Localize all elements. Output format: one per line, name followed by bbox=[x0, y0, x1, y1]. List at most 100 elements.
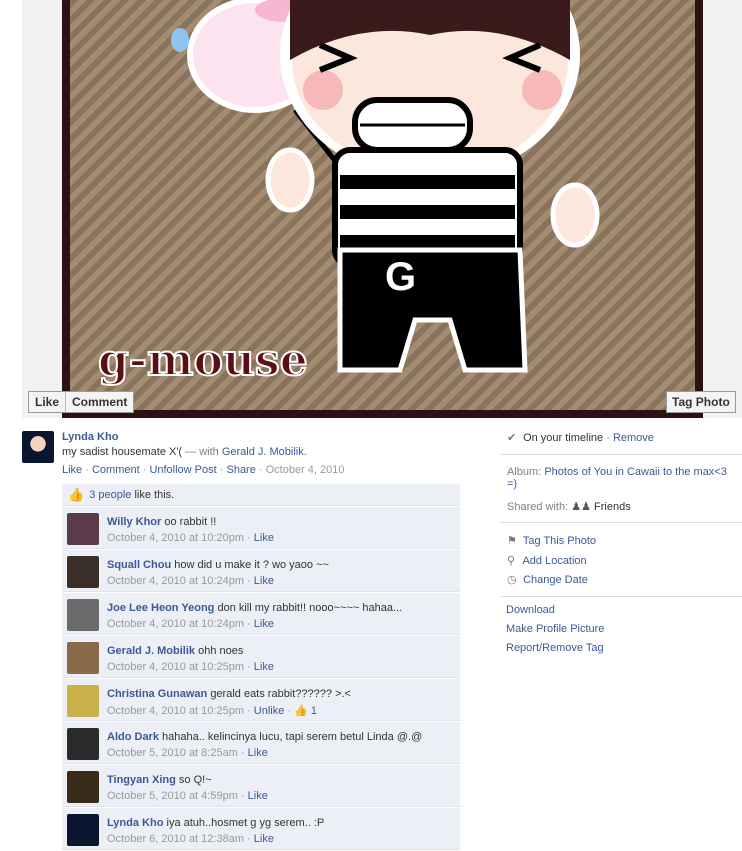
add-location-row[interactable]: ⚲ Add Location bbox=[507, 554, 587, 567]
comment-time[interactable]: October 4, 2010 at 10:25pm bbox=[107, 705, 244, 717]
checkmark-icon: ✔ bbox=[507, 432, 517, 444]
tagged-friend-link[interactable]: Gerald J. Mobilik. bbox=[222, 446, 307, 458]
comment: Lynda Kho iya atuh..hosmet g yg serem.. … bbox=[62, 808, 460, 850]
comment-like-link[interactable]: Like bbox=[254, 575, 274, 587]
comments-list: Willy Khor oo rabbit !! October 4, 2010 a… bbox=[62, 507, 460, 851]
comment-time[interactable]: October 4, 2010 at 10:20pm bbox=[107, 532, 244, 544]
comment-text: hahaha.. kelincinya lucu, tapi serem bet… bbox=[162, 731, 423, 743]
author-avatar[interactable] bbox=[22, 431, 54, 463]
comment-time[interactable]: October 4, 2010 at 10:25pm bbox=[107, 661, 244, 673]
like-comment-buttons: Like Comment bbox=[28, 391, 135, 413]
left-hand bbox=[265, 147, 315, 213]
commenter-name[interactable]: Aldo Dark bbox=[107, 731, 159, 743]
comment: Gerald J. Mobilik ohh noes October 4, 201… bbox=[62, 636, 460, 678]
commenter-avatar[interactable] bbox=[67, 771, 99, 803]
comment-like-link[interactable]: Unlike bbox=[254, 705, 285, 717]
photo[interactable]: G g-mouse bbox=[62, 0, 703, 418]
comment-like-count[interactable]: 1 bbox=[311, 705, 317, 717]
comment-body: Willy Khor oo rabbit !! bbox=[107, 516, 216, 528]
comment-like-link[interactable]: Like bbox=[254, 532, 274, 544]
shared-value[interactable]: Friends bbox=[594, 501, 631, 513]
comment-time[interactable]: October 4, 2010 at 10:24pm bbox=[107, 618, 244, 630]
pants bbox=[337, 247, 528, 373]
comment-body: Joe Lee Heon Yeong don kill my rabbit!! … bbox=[107, 602, 402, 614]
comment-like-link[interactable]: Like bbox=[248, 790, 268, 802]
comment-meta: October 4, 2010 at 10:20pm · Like bbox=[107, 532, 274, 544]
photo-comment-button[interactable]: Comment bbox=[65, 392, 133, 412]
comment-body: Tingyan Xing so Q!~ bbox=[107, 774, 212, 786]
comment-like-count-icon: 👍 bbox=[294, 705, 308, 717]
comment-body: Squall Chou how did u make it ? wo yaoo … bbox=[107, 559, 329, 571]
comment-time[interactable]: October 4, 2010 at 10:24pm bbox=[107, 575, 244, 587]
commenter-name[interactable]: Christina Gunawan bbox=[107, 688, 207, 700]
commenter-name[interactable]: Squall Chou bbox=[107, 559, 171, 571]
comment-like-link[interactable]: Like bbox=[254, 618, 274, 630]
tag-this-photo-row[interactable]: ⚑ Tag This Photo bbox=[507, 534, 596, 547]
watermark-text: g-mouse bbox=[98, 335, 308, 386]
change-date-link[interactable]: Change Date bbox=[523, 574, 588, 586]
separator: · bbox=[255, 464, 266, 476]
comment-like-link[interactable]: Like bbox=[254, 661, 274, 673]
author-name[interactable]: Lynda Kho bbox=[62, 431, 118, 443]
download-link[interactable]: Download bbox=[506, 604, 555, 616]
blush-right bbox=[522, 70, 562, 110]
commenter-avatar[interactable] bbox=[67, 642, 99, 674]
comment-text: so Q!~ bbox=[178, 774, 212, 786]
tag-this-photo-link[interactable]: Tag This Photo bbox=[523, 535, 596, 547]
comment: Joe Lee Heon Yeong don kill my rabbit!! … bbox=[62, 593, 460, 635]
commenter-avatar[interactable] bbox=[67, 513, 99, 545]
shared-label: Shared with: bbox=[507, 501, 569, 513]
comment-meta: October 5, 2010 at 8:25am · Like bbox=[107, 747, 268, 759]
post-caption: my sadist housemate X'( — with Gerald J.… bbox=[62, 446, 307, 458]
photo-background: G g-mouse bbox=[70, 0, 695, 410]
tag-photo-button[interactable]: Tag Photo bbox=[666, 391, 736, 413]
comment-text: how did u make it ? wo yaoo ~~ bbox=[174, 559, 329, 571]
change-date-row[interactable]: ◷ Change Date bbox=[507, 573, 588, 586]
commenter-name[interactable]: Gerald J. Mobilik bbox=[107, 645, 195, 657]
unfollow-post-link[interactable]: Unfollow Post bbox=[149, 464, 216, 476]
commenter-avatar[interactable] bbox=[67, 556, 99, 588]
commenter-name[interactable]: Tingyan Xing bbox=[107, 774, 176, 786]
album-label: Album: bbox=[507, 466, 542, 478]
remove-link[interactable]: Remove bbox=[613, 432, 654, 444]
caption-text: my sadist housemate X'( bbox=[62, 446, 183, 458]
comment-body: Lynda Kho iya atuh..hosmet g yg serem.. … bbox=[107, 817, 324, 829]
right-hand bbox=[550, 182, 600, 248]
commenter-avatar[interactable] bbox=[67, 728, 99, 760]
commenter-avatar[interactable] bbox=[67, 685, 99, 717]
timeline-row: ✔ On your timeline · Remove bbox=[507, 432, 654, 444]
comment-body: Aldo Dark hahaha.. kelincinya lucu, tapi… bbox=[107, 731, 422, 743]
post-comment-link[interactable]: Comment bbox=[92, 464, 140, 476]
commenter-avatar[interactable] bbox=[67, 599, 99, 631]
comment-like-link[interactable]: Like bbox=[254, 833, 274, 845]
comment-body: Gerald J. Mobilik ohh noes bbox=[107, 645, 243, 657]
post-date[interactable]: October 4, 2010 bbox=[266, 464, 345, 476]
comment-meta: October 4, 2010 at 10:25pm · Like bbox=[107, 661, 274, 673]
share-link[interactable]: Share bbox=[226, 464, 255, 476]
add-location-link[interactable]: Add Location bbox=[522, 555, 586, 567]
timeline-text: On your timeline bbox=[523, 432, 604, 444]
commenter-name[interactable]: Willy Khor bbox=[107, 516, 161, 528]
make-profile-picture-link[interactable]: Make Profile Picture bbox=[506, 623, 604, 635]
photo-stage: G g-mouse bbox=[22, 0, 742, 418]
report-remove-tag-link[interactable]: Report/Remove Tag bbox=[506, 642, 604, 654]
comment-like-link[interactable]: Like bbox=[248, 747, 268, 759]
comment-time[interactable]: October 5, 2010 at 8:25am bbox=[107, 747, 238, 759]
divider bbox=[500, 522, 742, 523]
photo-like-button[interactable]: Like bbox=[29, 392, 65, 412]
clock-icon: ◷ bbox=[507, 574, 517, 586]
post-like-link[interactable]: Like bbox=[62, 464, 82, 476]
commenter-name[interactable]: Joe Lee Heon Yeong bbox=[107, 602, 214, 614]
comment: Willy Khor oo rabbit !! October 4, 2010 a… bbox=[62, 507, 460, 549]
shared-row: Shared with: ♟♟ Friends bbox=[507, 500, 631, 513]
commenter-avatar[interactable] bbox=[67, 814, 99, 846]
likes-count-link[interactable]: 3 people bbox=[89, 489, 131, 501]
comment: Christina Gunawan gerald eats rabbit????… bbox=[62, 679, 460, 721]
likes-bar: 👍 3 people like this. bbox=[62, 484, 460, 506]
comment-time[interactable]: October 5, 2010 at 4:59pm bbox=[107, 790, 238, 802]
comment-meta: October 4, 2010 at 10:24pm · Like bbox=[107, 575, 274, 587]
commenter-name[interactable]: Lynda Kho bbox=[107, 817, 163, 829]
comment: Aldo Dark hahaha.. kelincinya lucu, tapi… bbox=[62, 722, 460, 764]
comment-time[interactable]: October 6, 2010 at 12:38am bbox=[107, 833, 244, 845]
comment-text: don kill my rabbit!! nooo~~~~ hahaa... bbox=[217, 602, 403, 614]
